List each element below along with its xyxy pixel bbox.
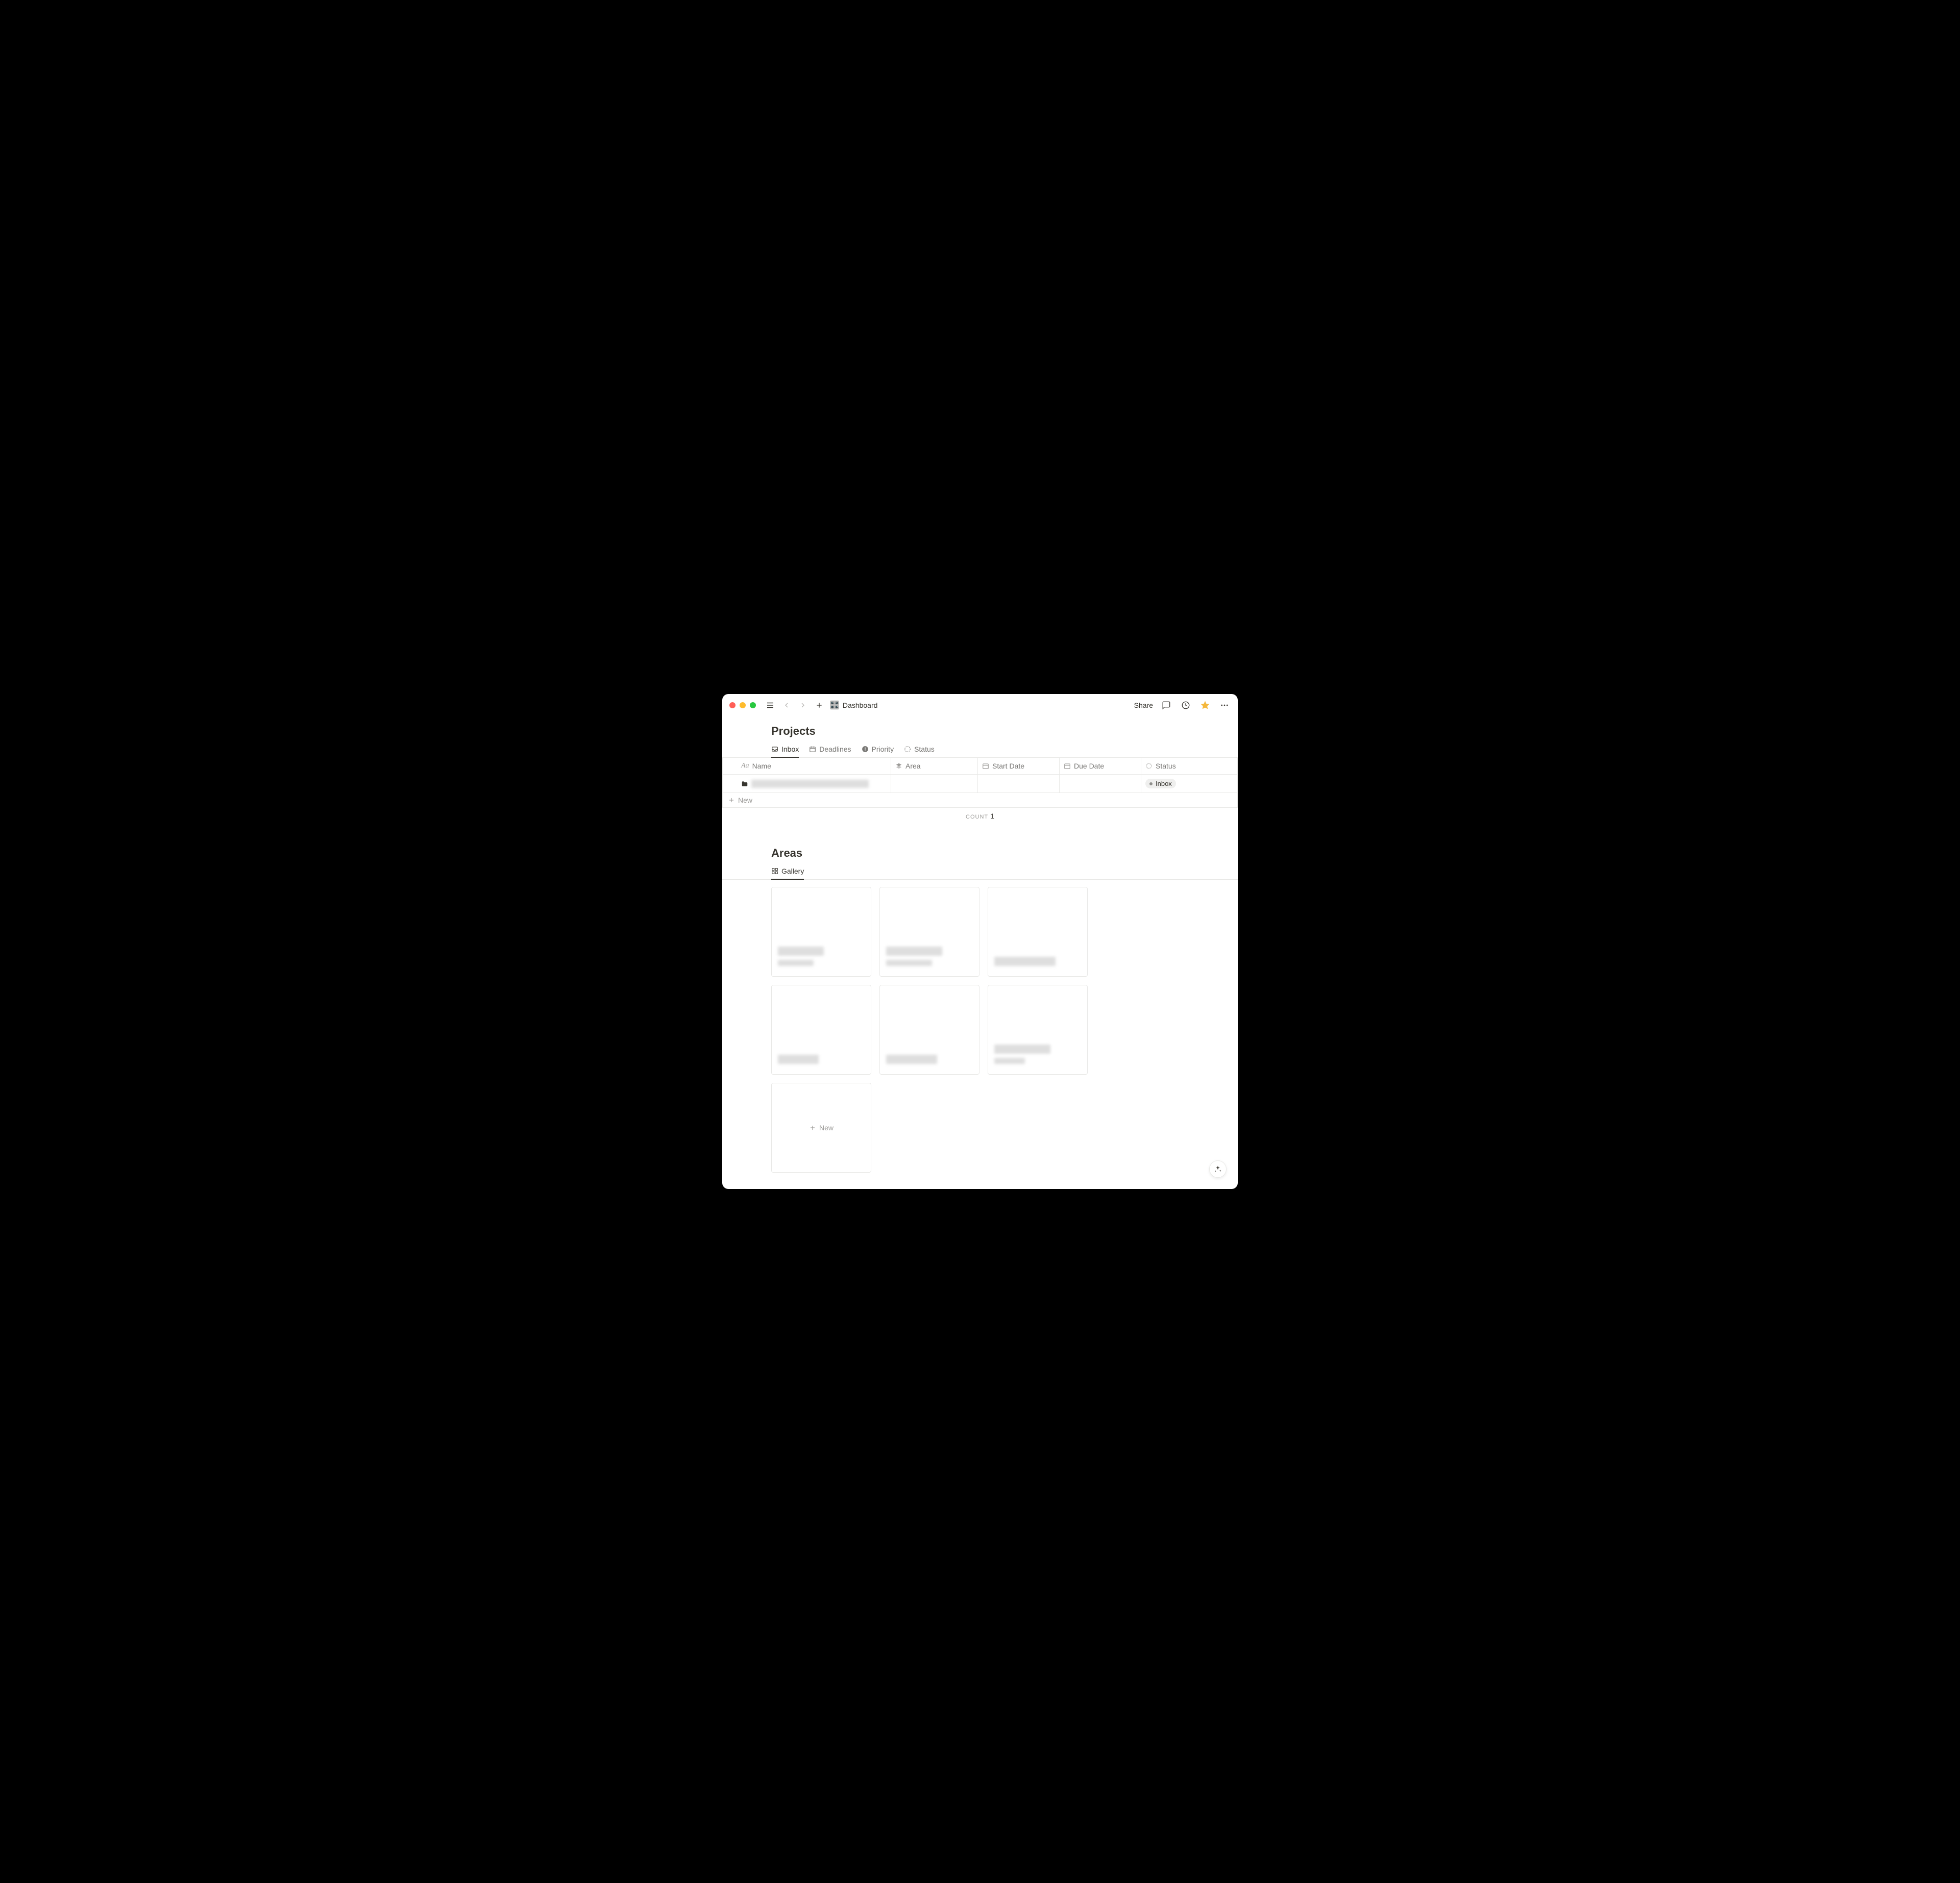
- projects-title: Projects: [771, 725, 1189, 738]
- progress-icon: [904, 746, 911, 753]
- redacted-text: [886, 1055, 937, 1064]
- gallery-card[interactable]: [879, 887, 979, 977]
- more-menu-icon[interactable]: [1218, 699, 1231, 711]
- tab-gallery[interactable]: Gallery: [771, 864, 804, 879]
- redacted-text: [886, 947, 942, 956]
- col-area[interactable]: Area: [891, 758, 978, 774]
- page-title: Dashboard: [843, 701, 878, 709]
- gallery-icon: [771, 868, 778, 875]
- table-row[interactable]: Inbox: [723, 775, 1237, 793]
- gallery-card[interactable]: [879, 985, 979, 1075]
- col-start-date[interactable]: Start Date: [978, 758, 1060, 774]
- progress-icon: [1145, 762, 1153, 770]
- app-window: 🎛️ Dashboard Share Projects: [722, 694, 1238, 1189]
- tab-deadlines[interactable]: Deadlines: [809, 742, 851, 757]
- sparkle-icon: [1214, 1165, 1222, 1173]
- areas-section: Areas Gallery: [722, 847, 1238, 1173]
- calendar-icon: [1064, 762, 1071, 770]
- projects-table-header: Aa Name Area Start Date Due Date: [723, 758, 1237, 775]
- col-name[interactable]: Aa Name: [723, 758, 891, 774]
- gallery-new-card[interactable]: New: [771, 1083, 871, 1173]
- close-window[interactable]: [729, 702, 736, 708]
- tab-priority[interactable]: Priority: [862, 742, 894, 757]
- redacted-text: [994, 957, 1056, 966]
- nav-back-icon[interactable]: [780, 699, 793, 711]
- nav-forward-icon[interactable]: [797, 699, 809, 711]
- projects-table: Aa Name Area Start Date Due Date: [722, 758, 1238, 808]
- gallery-card[interactable]: [771, 985, 871, 1075]
- plus-icon: [728, 797, 735, 804]
- text-icon: Aa: [741, 762, 749, 770]
- tab-status[interactable]: Status: [904, 742, 935, 757]
- redacted-text: [886, 960, 932, 966]
- areas-tabs: Gallery: [722, 864, 1238, 880]
- redacted-text: [778, 947, 824, 956]
- redacted-text: [994, 1045, 1050, 1054]
- window-controls: [729, 702, 756, 708]
- new-page-icon[interactable]: [813, 699, 825, 711]
- projects-section: Projects Inbox Deadlines Priority Status: [722, 725, 1238, 824]
- ai-assist-button[interactable]: [1209, 1160, 1227, 1178]
- col-due-date[interactable]: Due Date: [1060, 758, 1141, 774]
- layers-icon: [895, 762, 902, 770]
- favorite-icon[interactable]: [1199, 699, 1211, 711]
- areas-title: Areas: [771, 847, 1189, 860]
- tab-inbox[interactable]: Inbox: [771, 742, 799, 757]
- inbox-icon: [771, 746, 778, 753]
- topbar-right: Share: [1134, 699, 1231, 711]
- gallery-card[interactable]: [771, 887, 871, 977]
- topbar: 🎛️ Dashboard Share: [722, 694, 1238, 716]
- calendar-icon: [982, 762, 989, 770]
- redacted-text: [994, 1058, 1025, 1064]
- page-emoji-icon: 🎛️: [829, 700, 840, 710]
- redacted-text: [778, 1055, 819, 1064]
- gallery-card[interactable]: [988, 887, 1088, 977]
- folder-icon: [741, 780, 748, 787]
- redacted-text: [778, 960, 814, 966]
- areas-gallery: New: [771, 887, 1189, 1173]
- alert-icon: [862, 746, 869, 753]
- sidebar-toggle-icon[interactable]: [764, 699, 776, 711]
- minimize-window[interactable]: [740, 702, 746, 708]
- col-status[interactable]: Status: [1141, 758, 1237, 774]
- status-badge: Inbox: [1145, 779, 1176, 788]
- breadcrumb[interactable]: 🎛️ Dashboard: [829, 700, 877, 710]
- projects-tabs: Inbox Deadlines Priority Status: [722, 742, 1238, 758]
- new-row-button[interactable]: New: [723, 793, 1237, 807]
- share-button[interactable]: Share: [1134, 701, 1153, 709]
- maximize-window[interactable]: [750, 702, 756, 708]
- gallery-card[interactable]: [988, 985, 1088, 1075]
- updates-icon[interactable]: [1180, 699, 1192, 711]
- redacted-text: [751, 780, 869, 788]
- comments-icon[interactable]: [1160, 699, 1172, 711]
- plus-icon: [809, 1124, 816, 1131]
- projects-count: COUNT1: [722, 808, 1238, 824]
- page-content: Projects Inbox Deadlines Priority Status: [722, 716, 1238, 1189]
- calendar-icon: [809, 746, 816, 753]
